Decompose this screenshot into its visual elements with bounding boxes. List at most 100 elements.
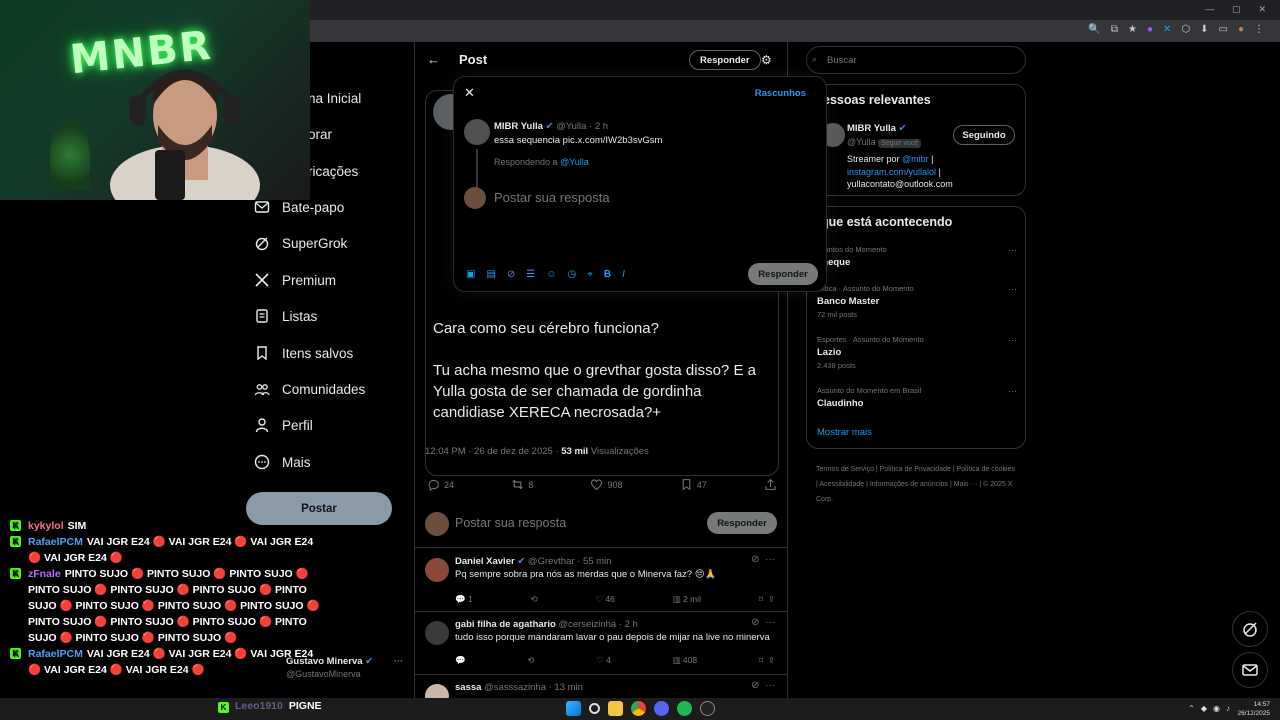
search-input[interactable]: Buscar [806, 46, 1026, 74]
reply-textarea[interactable]: Postar sua resposta [494, 190, 610, 205]
back-arrow-icon[interactable]: ← [427, 52, 440, 67]
minimize-button[interactable]: — [1205, 4, 1214, 15]
chrome-icon[interactable] [631, 701, 646, 716]
tray-app-icon[interactable]: ◆ [1201, 704, 1207, 713]
like-action[interactable]: 908 [590, 478, 623, 491]
bookmark-icon [682, 479, 690, 491]
list-item[interactable]: gabi filha de agathario @cerseizinha · 2… [415, 613, 787, 675]
drafts-button[interactable]: Rascunhos [755, 88, 806, 99]
download-icon[interactable]: ⬇ [1200, 24, 1208, 35]
more-options-icon[interactable]: ⊘ ··· [751, 617, 775, 628]
nav-supergrok[interactable]: SuperGrok [254, 231, 347, 255]
reply-button[interactable]: Responder [707, 512, 777, 534]
avatar[interactable] [425, 621, 449, 645]
mention-link[interactable]: @Yulla [560, 157, 589, 167]
mention-link[interactable]: @mibr [902, 154, 929, 164]
modal-reply-button[interactable]: Responder [748, 263, 818, 285]
like-action[interactable]: ♡ 46 [595, 594, 614, 605]
list-item[interactable]: Daniel Xavier ✔ @Grevthar · 55 min ⊘ ···… [415, 550, 787, 612]
trend-item[interactable]: Assunto do Momento em Brasil Claudinho ·… [817, 386, 1017, 409]
repost-action[interactable]: 8 [511, 478, 533, 491]
comment-author[interactable]: gabi filha de agathario @cerseizinha · 2… [455, 619, 638, 630]
search-icon[interactable] [589, 703, 600, 714]
nav-premium[interactable]: Premium [254, 268, 336, 292]
more-options-icon[interactable]: ··· [1008, 284, 1017, 294]
more-options-icon[interactable]: ··· [1008, 386, 1017, 396]
grok-fab[interactable] [1232, 611, 1268, 647]
close-icon[interactable]: ✕ [464, 85, 475, 101]
more-options-icon[interactable]: ⊘ ··· [751, 680, 775, 691]
maximize-button[interactable]: ▢ [1232, 4, 1241, 15]
more-options-icon[interactable]: ··· [1008, 245, 1017, 255]
emoji-icon[interactable]: ☺ [546, 269, 556, 280]
volume-icon[interactable]: ♪ [1226, 704, 1230, 713]
kick-badge-icon: K [10, 520, 21, 531]
reply-action[interactable]: 💬 [455, 655, 466, 666]
reply-action[interactable]: 💬 1 [455, 594, 473, 605]
repost-action[interactable]: ⟲ [527, 655, 534, 666]
share-action[interactable] [764, 478, 777, 491]
following-button[interactable]: Seguindo [953, 125, 1015, 145]
more-options-icon[interactable]: ··· [1008, 335, 1017, 345]
schedule-icon[interactable]: ◷ [567, 269, 576, 280]
poll-icon[interactable]: ☰ [526, 269, 535, 280]
nav-communities[interactable]: Comunidades [254, 377, 365, 401]
location-icon[interactable]: ⌖ [587, 269, 593, 280]
folder-icon[interactable] [608, 701, 623, 716]
nav-more[interactable]: Mais [254, 450, 311, 474]
bookmark-share[interactable]: ⌑ ⇪ [759, 655, 775, 666]
close-window-button[interactable]: ✕ [1258, 4, 1266, 15]
sidepanel-icon[interactable]: ▭ [1219, 24, 1228, 35]
extension-x-icon[interactable]: ✕ [1163, 24, 1171, 35]
zoom-icon[interactable]: 🔍 [1088, 24, 1100, 35]
nav-lists[interactable]: Listas [254, 304, 317, 328]
network-icon[interactable]: ◉ [1213, 704, 1220, 713]
cast-icon[interactable]: ⧉ [1111, 24, 1118, 35]
bookmark-action[interactable]: 47 [680, 478, 707, 491]
person-icon [255, 418, 269, 433]
tweet-time[interactable]: 12:04 PM · 26 de dez de 2025 · [425, 446, 561, 457]
nav-notifications[interactable]: ricações [308, 159, 358, 183]
views-action[interactable]: ▥ 408 [673, 655, 698, 666]
extension-icon[interactable]: ● [1147, 24, 1153, 35]
trend-item[interactable]: olítica · Assunto do Momento Banco Maste… [817, 284, 1017, 319]
reply-input[interactable]: Postar sua resposta [455, 516, 566, 530]
header-reply-button[interactable]: Responder [689, 50, 761, 70]
image-icon[interactable]: ▣ [466, 269, 475, 280]
gif-icon[interactable]: ▤ [486, 269, 495, 280]
app-icon[interactable] [700, 701, 715, 716]
sliders-icon[interactable]: ⚙ [761, 53, 772, 67]
like-action[interactable]: ♡ 4 [596, 655, 611, 666]
nav-home[interactable]: na Inicial [308, 86, 361, 110]
trend-item[interactable]: Esportes · Assunto do Momento Lazio 2.43… [817, 335, 1017, 370]
spotify-icon[interactable] [677, 701, 692, 716]
menu-icon[interactable]: ⋮ [1254, 24, 1264, 35]
italic-icon[interactable]: I [622, 269, 625, 280]
bookmark-star-icon[interactable]: ★ [1128, 24, 1137, 35]
nav-bookmarks[interactable]: Itens salvos [254, 341, 353, 365]
show-more-link[interactable]: Mostrar mais [817, 427, 872, 438]
comment-author[interactable]: sassa @sasssazinha · 13 min [455, 682, 583, 693]
bio-link[interactable]: instagram.com/yullalol [847, 167, 936, 177]
puzzle-icon[interactable]: ⬡ [1181, 24, 1190, 35]
discord-icon[interactable] [654, 701, 669, 716]
comment-author[interactable]: Daniel Xavier ✔ @Grevthar · 55 min [455, 556, 611, 567]
messages-fab[interactable] [1232, 652, 1268, 688]
bold-icon[interactable]: B [604, 269, 611, 280]
user-name[interactable]: MIBR Yulla ✔ [847, 123, 907, 134]
windows-start-icon[interactable] [566, 701, 581, 716]
nav-explore[interactable]: orar [308, 122, 332, 146]
reply-action[interactable]: 24 [427, 478, 454, 491]
trend-item[interactable]: ssuntos do Momento cheque ··· [817, 245, 1017, 268]
avatar[interactable] [425, 558, 449, 582]
bookmark-share[interactable]: ⌑ ⇪ [759, 594, 775, 605]
profile-icon[interactable]: ● [1238, 24, 1244, 35]
grok-icon[interactable]: ⊘ [507, 269, 515, 280]
footer-links[interactable]: Termos de Serviço | Política de Privacid… [816, 462, 1016, 507]
tray-expand-icon[interactable]: ⌃ [1188, 704, 1195, 713]
clock[interactable]: 14:57 26/12/2025 [1237, 700, 1270, 718]
repost-action[interactable]: ⟲ [530, 594, 537, 605]
views-action[interactable]: ▥ 2 mil [673, 594, 701, 605]
nav-profile[interactable]: Perfil [254, 413, 313, 437]
more-options-icon[interactable]: ⊘ ··· [751, 554, 775, 565]
